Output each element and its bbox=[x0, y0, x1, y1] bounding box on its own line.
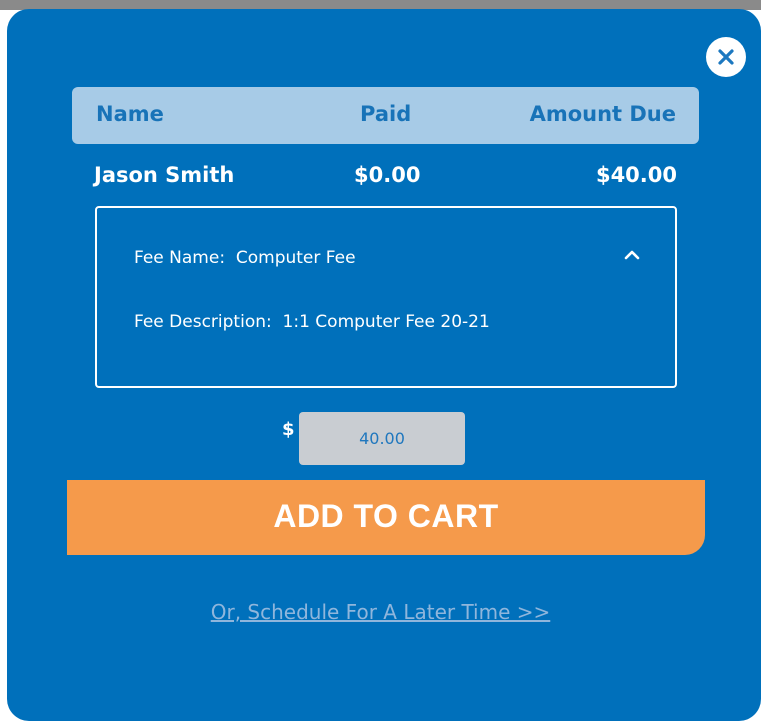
column-header-paid: Paid bbox=[360, 102, 412, 126]
fee-details-panel: Fee Name: Computer Fee Fee Description: … bbox=[95, 206, 677, 388]
currency-symbol: $ bbox=[282, 419, 295, 440]
fee-name-label: Fee Name: bbox=[134, 248, 226, 268]
payment-amount-input[interactable] bbox=[299, 412, 465, 465]
close-button[interactable] bbox=[706, 37, 746, 77]
schedule-later-link[interactable]: Or, Schedule For A Later Time >> bbox=[0, 600, 761, 624]
close-icon bbox=[718, 49, 734, 65]
collapse-toggle[interactable] bbox=[619, 244, 645, 266]
amount-due: $40.00 bbox=[595, 163, 677, 187]
fee-description-label: Fee Description: bbox=[134, 312, 272, 332]
add-to-cart-button[interactable]: ADD TO CART bbox=[67, 480, 705, 555]
fee-name-row: Fee Name: Computer Fee bbox=[134, 248, 356, 268]
fee-description-row: Fee Description: 1:1 Computer Fee 20-21 bbox=[134, 312, 490, 332]
fee-name-value: Computer Fee bbox=[235, 248, 356, 268]
chevron-up-icon bbox=[624, 250, 640, 260]
column-header-amount-due: Amount Due bbox=[529, 102, 676, 126]
student-name: Jason Smith bbox=[94, 163, 235, 187]
paid-amount: $0.00 bbox=[354, 163, 421, 187]
fees-table-header: Name Paid Amount Due bbox=[72, 87, 699, 144]
fee-description-value: 1:1 Computer Fee 20-21 bbox=[282, 312, 490, 332]
column-header-name: Name bbox=[96, 102, 164, 126]
